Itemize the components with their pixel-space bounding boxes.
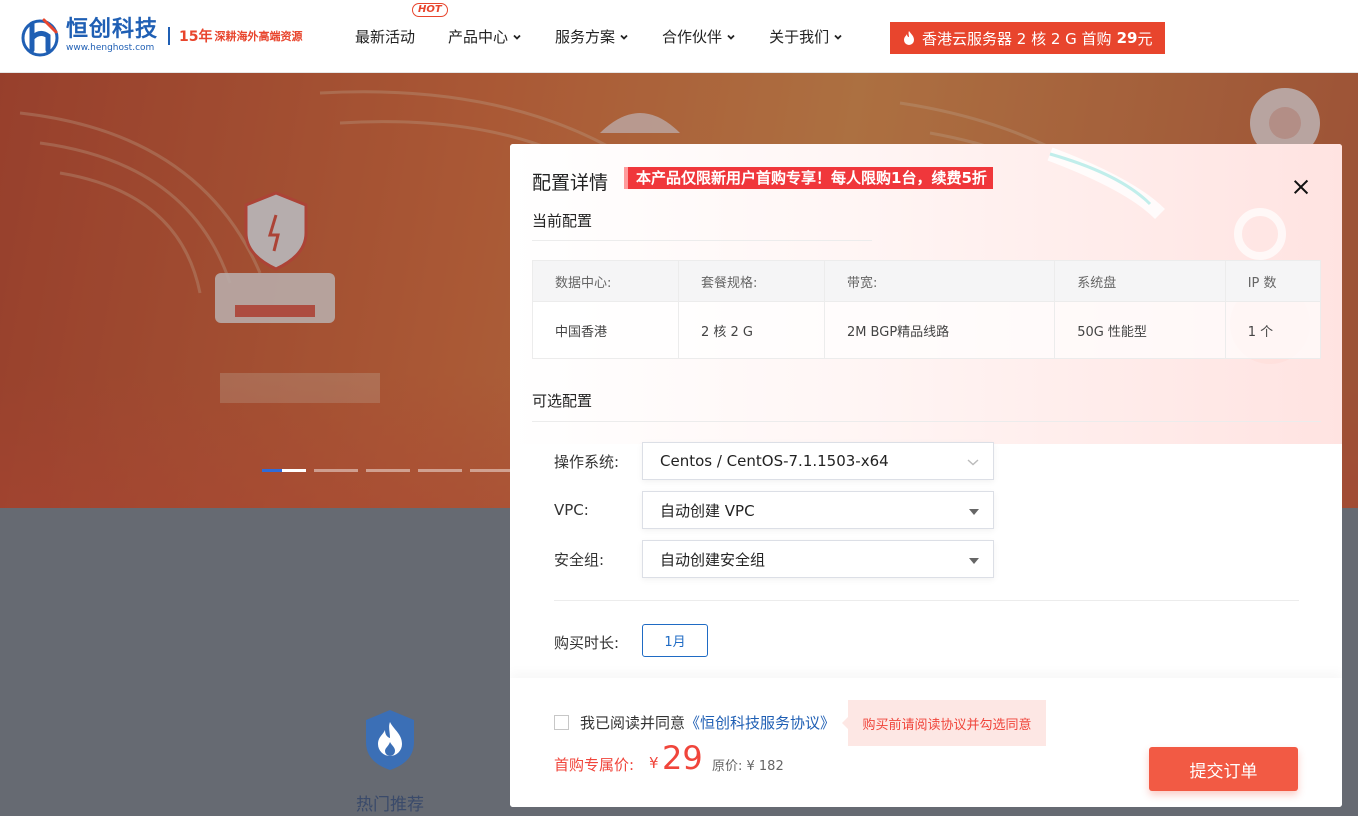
table-cell: 2 核 2 G	[677, 301, 825, 359]
table-row: 中国香港 2 核 2 G 2M BGP精品线路 50G 性能型 1 个	[532, 301, 1322, 359]
agreement-text: 我已阅读并同意	[580, 714, 686, 732]
nav-item-partners[interactable]: 合作伙伴	[662, 26, 736, 47]
logo-name: 恒创科技	[66, 17, 159, 42]
original-price: 原价: ¥ 182	[712, 759, 784, 774]
os-select[interactable]: Centos / CentOS-7.1.1503-x64	[642, 442, 994, 480]
logo-url: www.henghost.com	[66, 43, 155, 53]
new-user-notice-tag: 本产品仅限新用户首购专享！每人限购1台，续费5折	[624, 167, 993, 189]
chevron-down-icon	[967, 459, 979, 466]
banner-dot-4[interactable]	[418, 469, 462, 472]
close-icon[interactable]	[1292, 178, 1310, 196]
vpc-label: VPC:	[554, 501, 589, 519]
chevron-down-icon	[620, 34, 628, 40]
hot-recommend-label: 热门推荐	[356, 795, 424, 815]
table-header-row: 数据中心: 套餐规格: 带宽: 系统盘 IP 数	[532, 260, 1322, 302]
table-cell: 2M BGP精品线路	[823, 301, 1056, 359]
duration-label: 购买时长:	[554, 634, 620, 652]
vpc-value: 自动创建 VPC	[660, 501, 755, 520]
price-value: 29	[662, 739, 703, 777]
logo-slogan: 深耕海外高端资源	[214, 30, 303, 43]
promo-price: 29	[1116, 29, 1138, 47]
hot-badge: HOT	[412, 3, 448, 17]
agreement-checkbox[interactable]	[554, 715, 569, 730]
chevron-down-icon	[513, 34, 521, 40]
submit-order-button[interactable]: 提交订单	[1149, 747, 1298, 791]
price-currency: ¥	[649, 754, 659, 772]
banner-dot-5[interactable]	[470, 469, 514, 472]
site-logo[interactable]: 恒创科技 www.henghost.com 15年 深耕海外高端资源	[18, 12, 303, 60]
banner-dot-3[interactable]	[366, 469, 410, 472]
column-header: 套餐规格:	[677, 260, 825, 302]
table-cell: 1 个	[1224, 301, 1322, 359]
banner-pagination	[262, 469, 522, 472]
main-nav: 最新活动 HOT 产品中心 服务方案 合作伙伴 关于我们	[355, 0, 876, 73]
security-group-select[interactable]: 自动创建安全组	[642, 540, 994, 578]
column-header: 带宽:	[823, 260, 1056, 302]
security-group-label: 安全组:	[554, 550, 605, 569]
divider	[554, 600, 1299, 601]
service-agreement-link[interactable]: 《恒创科技服务协议》	[685, 712, 835, 733]
os-label: 操作系统:	[554, 452, 620, 471]
chevron-down-icon	[727, 34, 735, 40]
fire-icon	[904, 31, 914, 45]
banner-dot-2[interactable]	[314, 469, 358, 472]
security-group-value: 自动创建安全组	[660, 550, 766, 569]
vpc-field-row: VPC: 自动创建 VPC	[554, 491, 994, 529]
agreement-row: 我已阅读并同意 《恒创科技服务协议》	[554, 712, 835, 733]
logo-years: 15年	[179, 29, 213, 45]
promo-unit: 元	[1137, 29, 1153, 48]
column-header: IP 数	[1224, 260, 1322, 302]
column-header: 系统盘	[1054, 260, 1226, 302]
security-group-field-row: 安全组: 自动创建安全组	[554, 540, 994, 578]
os-value: Centos / CentOS-7.1.1503-x64	[660, 452, 889, 470]
caret-down-icon	[969, 509, 979, 515]
henghost-logo-icon	[21, 18, 59, 57]
divider	[532, 421, 1321, 422]
table-cell: 50G 性能型	[1054, 301, 1226, 359]
banner-dot-1[interactable]	[262, 469, 306, 472]
caret-down-icon	[969, 558, 979, 564]
os-field-row: 操作系统: Centos / CentOS-7.1.1503-x64	[554, 442, 994, 480]
vpc-select[interactable]: 自动创建 VPC	[642, 491, 994, 529]
modal-title: 配置详情	[532, 172, 609, 194]
current-config-title: 当前配置	[532, 212, 593, 230]
promo-text: 香港云服务器 2 核 2 G 首购	[922, 29, 1112, 48]
nav-item-latest-activity[interactable]: 最新活动 HOT	[355, 3, 448, 47]
nav-promo-banner[interactable]: 香港云服务器 2 核 2 G 首购 29 元	[890, 22, 1165, 54]
table-cell: 中国香港	[532, 301, 679, 359]
chevron-down-icon	[834, 34, 842, 40]
config-detail-modal: 配置详情 本产品仅限新用户首购专享！每人限购1台，续费5折 当前配置 数据中心:…	[510, 144, 1342, 807]
nav-item-about[interactable]: 关于我们	[769, 26, 843, 47]
column-header: 数据中心:	[532, 260, 679, 302]
site-header: 恒创科技 www.henghost.com 15年 深耕海外高端资源 最新活动 …	[0, 0, 1358, 73]
fire-shield-icon	[366, 710, 414, 770]
nav-item-products[interactable]: 产品中心	[448, 26, 522, 47]
optional-config-title: 可选配置	[532, 392, 593, 410]
agreement-warning-tooltip: 购买前请阅读协议并勾选同意	[842, 700, 1046, 746]
divider	[532, 240, 872, 241]
first-purchase-price-label: 首购专属价:	[554, 756, 635, 774]
duration-option-1-month[interactable]: 1月	[642, 624, 708, 657]
logo-divider	[168, 27, 171, 45]
hot-recommend-section[interactable]: 热门推荐	[340, 708, 440, 815]
current-config-table: 数据中心: 套餐规格: 带宽: 系统盘 IP 数 中国香港 2 核 2 G 2M…	[532, 260, 1322, 359]
nav-item-solutions[interactable]: 服务方案	[555, 26, 629, 47]
